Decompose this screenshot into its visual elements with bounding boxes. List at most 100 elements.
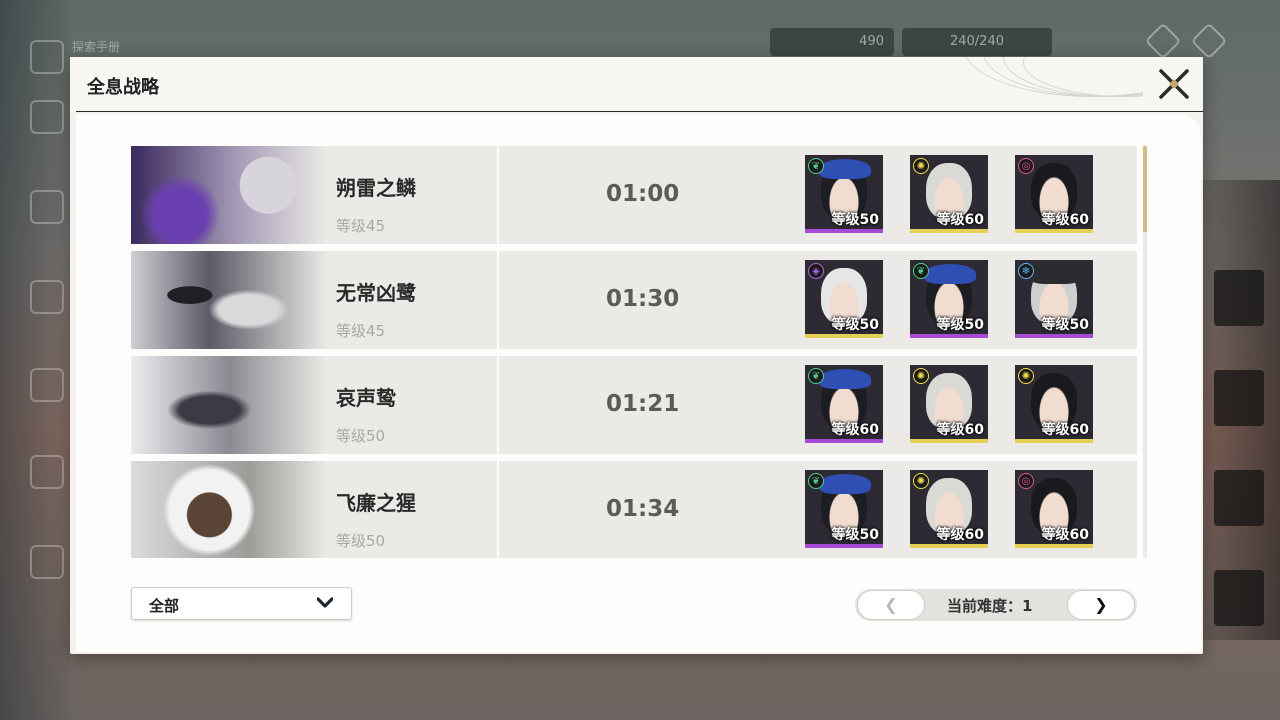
bg-home-icon bbox=[30, 368, 64, 402]
rarity-bar bbox=[910, 544, 988, 548]
bg-stamina: 240/240 bbox=[902, 28, 1052, 56]
scrollbar-thumb[interactable] bbox=[1143, 146, 1147, 232]
character-level: 等级60 bbox=[936, 422, 984, 438]
wind-icon: ❦ bbox=[808, 158, 824, 174]
wind-icon: ❦ bbox=[808, 368, 824, 384]
chevron-down-icon bbox=[317, 597, 333, 608]
team-character-avatar[interactable]: ❦ 等级60 bbox=[805, 365, 883, 443]
boss-name: 哀声鸷 bbox=[336, 386, 396, 410]
boss-portrait bbox=[131, 356, 327, 454]
team-character-avatar[interactable]: ❦ 等级50 bbox=[805, 155, 883, 233]
boss-level: 等级45 bbox=[336, 322, 386, 340]
light-icon: ✺ bbox=[913, 473, 929, 489]
character-hat bbox=[1029, 264, 1081, 284]
character-hat bbox=[819, 474, 871, 494]
background-sidebar bbox=[0, 0, 70, 720]
boss-row[interactable]: 朔雷之鳞 等级45 01:00 ❦ 等级50 ✺ 等级60 ◎ 等级60 bbox=[131, 146, 1137, 244]
light-icon: ✺ bbox=[1018, 368, 1034, 384]
character-level: 等级50 bbox=[831, 212, 879, 228]
bg-shield-icon bbox=[30, 455, 64, 489]
boss-name: 无常凶鹭 bbox=[336, 281, 416, 305]
boss-row[interactable]: 飞廉之猩等级50 01:34 ❦ 等级50 ✺ 等级60 ◎ 等级60 bbox=[131, 461, 1137, 558]
glacio-icon: ❄ bbox=[1018, 263, 1034, 279]
team-character-avatar[interactable]: ◈ 等级50 bbox=[805, 260, 883, 338]
team-character-avatar[interactable]: ◎ 等级60 bbox=[1015, 470, 1093, 548]
rarity-bar bbox=[805, 334, 883, 338]
background-topbar: 490 240/240 bbox=[770, 28, 1052, 56]
clear-time: 01:00 bbox=[606, 181, 680, 207]
character-level: 等级60 bbox=[1041, 212, 1089, 228]
bg-box-icon bbox=[30, 545, 64, 579]
team-character-avatar[interactable]: ◎ 等级60 bbox=[1015, 155, 1093, 233]
character-level: 等级60 bbox=[1041, 527, 1089, 543]
boss-list: 朔雷之鳞 等级45 01:00 ❦ 等级50 ✺ 等级60 ◎ 等级60 无常凶鹭 等级45 01:3… bbox=[131, 146, 1137, 558]
background-hud-title: 探索手册 bbox=[72, 40, 121, 54]
team-character-avatar[interactable]: ✺ 等级60 bbox=[1015, 365, 1093, 443]
boss-portrait bbox=[131, 251, 327, 349]
rarity-bar bbox=[805, 229, 883, 233]
boss-level: 等级50 bbox=[336, 532, 386, 550]
holographic-strategy-dialog: 全息战略 朔雷之鳞 等级45 01:00 ❦ 等级50 ✺ 等级60 ◎ 等级60 无常凶鹭 等级4… bbox=[70, 57, 1203, 654]
character-level: 等级60 bbox=[1041, 422, 1089, 438]
bg-menu-icon bbox=[30, 40, 64, 74]
character-hat bbox=[819, 159, 871, 179]
bg-close-icon bbox=[1190, 22, 1228, 60]
boss-row[interactable]: 无常凶鹭 等级45 01:30 ◈ 等级50 ❦ 等级50 ❄ 等级50 bbox=[131, 251, 1137, 349]
row-divider bbox=[497, 461, 499, 558]
clear-time: 01:34 bbox=[606, 496, 680, 522]
row-divider bbox=[497, 356, 499, 454]
bg-combat-icon bbox=[30, 190, 64, 224]
background-right-panel bbox=[1200, 180, 1280, 640]
bg-settings-icon bbox=[1144, 22, 1182, 60]
rarity-bar bbox=[910, 439, 988, 443]
boss-name: 飞廉之猩 bbox=[336, 491, 416, 515]
prev-difficulty-button[interactable]: ❮ bbox=[857, 590, 925, 620]
rarity-bar bbox=[805, 544, 883, 548]
header-divider bbox=[76, 111, 1203, 112]
team-character-avatar[interactable]: ❄ 等级50 bbox=[1015, 260, 1093, 338]
character-level: 等级60 bbox=[831, 422, 879, 438]
rarity-bar bbox=[1015, 439, 1093, 443]
close-icon[interactable] bbox=[1157, 67, 1191, 101]
boss-portrait bbox=[131, 146, 327, 244]
boss-level: 等级50 bbox=[336, 427, 386, 445]
character-level: 等级60 bbox=[936, 527, 984, 543]
header-decoration bbox=[923, 57, 1143, 112]
boss-name: 朔雷之鳞 bbox=[336, 176, 416, 200]
bg-map-icon bbox=[30, 100, 64, 134]
rarity-bar bbox=[1015, 229, 1093, 233]
light-icon: ✺ bbox=[913, 158, 929, 174]
clear-time: 01:30 bbox=[606, 286, 680, 312]
character-level: 等级50 bbox=[1041, 317, 1089, 333]
row-divider bbox=[497, 251, 499, 349]
character-level: 等级50 bbox=[936, 317, 984, 333]
character-hat bbox=[819, 369, 871, 389]
light-icon: ✺ bbox=[913, 368, 929, 384]
character-level: 等级50 bbox=[831, 317, 879, 333]
rarity-bar bbox=[910, 229, 988, 233]
team-character-avatar[interactable]: ✺ 等级60 bbox=[910, 470, 988, 548]
character-level: 等级50 bbox=[831, 527, 879, 543]
rarity-bar bbox=[1015, 544, 1093, 548]
character-level: 等级60 bbox=[936, 212, 984, 228]
difficulty-pager: ❮ 当前难度：1 ❯ bbox=[855, 589, 1137, 621]
boss-row[interactable]: 哀声鸷等级50 01:21 ❦ 等级60 ✺ 等级60 ✺ 等级60 bbox=[131, 356, 1137, 454]
dialog-header: 全息战略 bbox=[70, 57, 1203, 112]
team-character-avatar[interactable]: ❦ 等级50 bbox=[805, 470, 883, 548]
team-character-avatar[interactable]: ❦ 等级50 bbox=[910, 260, 988, 338]
clear-time: 01:21 bbox=[606, 391, 680, 417]
filter-dropdown[interactable]: 全部 bbox=[131, 587, 352, 620]
rarity-bar bbox=[910, 334, 988, 338]
electro-icon: ◈ bbox=[808, 263, 824, 279]
boss-portrait bbox=[131, 461, 327, 558]
havoc-icon: ◎ bbox=[1018, 473, 1034, 489]
bg-currency: 490 bbox=[770, 28, 894, 56]
team-character-avatar[interactable]: ✺ 等级60 bbox=[910, 365, 988, 443]
rarity-bar bbox=[805, 439, 883, 443]
boss-level: 等级45 bbox=[336, 217, 386, 235]
team-character-avatar[interactable]: ✺ 等级60 bbox=[910, 155, 988, 233]
filter-selected-label: 全部 bbox=[149, 597, 180, 615]
bg-calendar-icon bbox=[30, 280, 64, 314]
next-difficulty-button[interactable]: ❯ bbox=[1067, 590, 1135, 620]
rarity-bar bbox=[1015, 334, 1093, 338]
